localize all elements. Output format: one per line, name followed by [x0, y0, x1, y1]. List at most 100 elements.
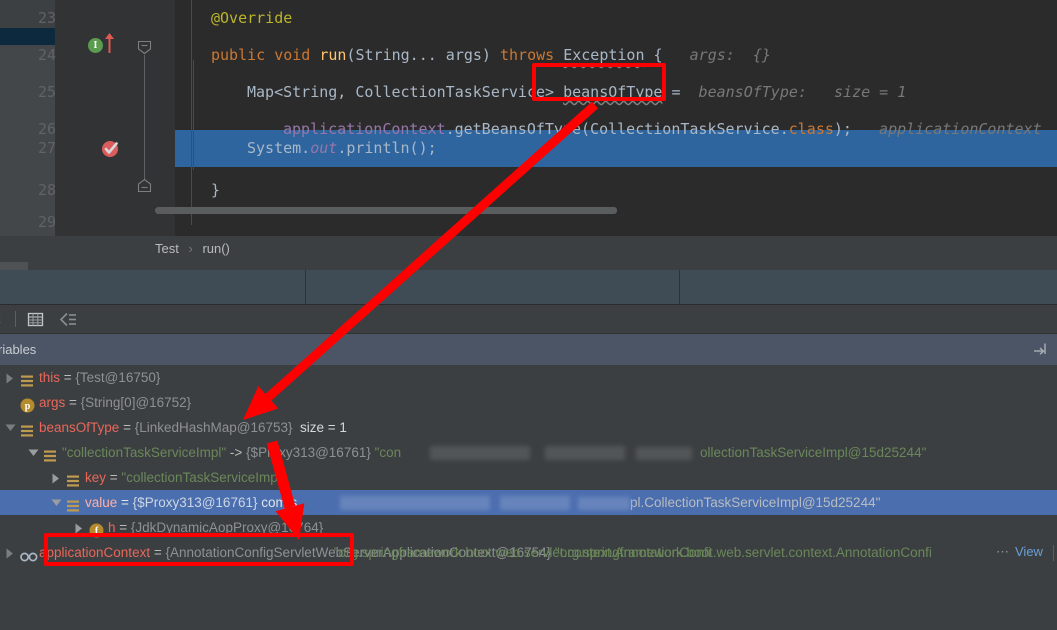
code-token: Exception — [563, 46, 645, 64]
variable-equals: = — [119, 420, 135, 435]
line-number: 23 — [37, 9, 56, 27]
redaction-block-4 — [340, 496, 490, 510]
variable-equals: = — [117, 495, 133, 510]
view-value-link[interactable]: View — [1015, 544, 1043, 559]
code-token: = — [662, 83, 681, 101]
variable-text: beansOfType = {LinkedHashMap@16753} size… — [39, 415, 347, 440]
field-list-icon — [20, 371, 34, 387]
debug-active-tab[interactable] — [0, 262, 28, 270]
chevron-right-icon[interactable] — [5, 540, 17, 565]
code-token: out — [310, 139, 338, 157]
sort-values-icon[interactable] — [59, 311, 76, 328]
redaction-block-6 — [578, 497, 630, 510]
debug-tab-strip[interactable] — [0, 262, 1057, 270]
code-line: 23 @Override — [0, 0, 1057, 37]
variable-row-key[interactable]: key = "collectionTaskServiceImpl" — [0, 465, 1057, 490]
parameter-icon: p — [20, 396, 35, 413]
debug-header-divider-1[interactable] — [305, 270, 306, 304]
ide-debug-screenshot: I 23 @Override 24 public void run(String...… — [0, 0, 1057, 630]
variable-row-beansOfType[interactable]: beansOfType = {LinkedHashMap@16753} size… — [0, 415, 1057, 440]
variable-name: beansOfType — [39, 420, 120, 435]
code-text: System.out.println(); — [175, 130, 437, 167]
chevron-right-icon[interactable] — [5, 365, 17, 390]
variable-text: key = "collectionTaskServiceImpl" — [85, 465, 286, 490]
debug-toolbar[interactable]: t — [0, 305, 1057, 334]
code-token: Map<String, CollectionTaskService> — [247, 83, 564, 101]
field-list-icon — [66, 471, 80, 487]
debug-frames-header — [0, 270, 1057, 305]
field-list-icon — [20, 421, 34, 437]
code-token: void — [274, 46, 320, 64]
code-text: @Override — [175, 0, 292, 37]
code-text: Map<String, CollectionTaskService> beans… — [175, 74, 906, 111]
variable-value: {LinkedHashMap@16753} — [134, 420, 293, 435]
line-number: 25 — [37, 83, 56, 101]
variable-string-value-appcontext: "org.springframework.boot.web.servlet.co… — [330, 545, 711, 560]
editor-hscroll-thumb[interactable] — [155, 207, 617, 214]
variable-name: this — [39, 370, 61, 385]
svg-text:p: p — [25, 401, 31, 412]
line-number: 29 — [37, 213, 56, 231]
chevron-down-icon[interactable] — [5, 415, 17, 440]
variable-equals: = — [115, 520, 131, 535]
variable-text: value = {$Proxy313@16761} com.s — [85, 490, 297, 515]
debug-header-divider-2[interactable] — [679, 270, 680, 304]
line-number: 27 — [37, 139, 56, 157]
redaction-block-2 — [545, 446, 625, 460]
variables-pane-header: riables — [0, 334, 1057, 366]
variable-string-value: "collectionTaskServiceImpl" — [121, 470, 286, 485]
chevron-right-icon[interactable] — [74, 515, 86, 540]
variable-text: "collectionTaskServiceImpl" -> {$Proxy31… — [62, 440, 401, 465]
variable-text: h = {JdkDynamicAopProxy@16764} — [108, 515, 323, 540]
code-editor[interactable]: I 23 @Override 24 public void run(String...… — [0, 0, 1057, 236]
code-token: } — [211, 181, 221, 199]
variable-arrow: -> — [226, 445, 247, 460]
variable-equals: = — [60, 370, 76, 385]
view-link-divider — [1053, 545, 1054, 561]
variable-string-prefix: com.s — [257, 495, 298, 510]
code-token: @Override — [211, 9, 293, 27]
variable-string-prefix: "con — [370, 445, 402, 460]
code-token: beansOfType: size = 1 — [680, 83, 907, 101]
breadcrumb-class[interactable]: Test — [155, 241, 179, 256]
code-token: .println(); — [337, 139, 437, 157]
code-token: throws — [500, 46, 564, 64]
redaction-block-5 — [500, 496, 570, 510]
table-view-icon[interactable] — [27, 311, 44, 328]
variable-row-h[interactable]: fh = {JdkDynamicAopProxy@16764} — [0, 515, 1057, 540]
variable-row-this[interactable]: this = {Test@16750} — [0, 365, 1057, 390]
hide-panel-icon[interactable] — [1033, 342, 1047, 356]
variable-value: {String[0]@16752} — [80, 395, 192, 410]
variable-name: args — [39, 395, 66, 410]
variable-row-args[interactable]: p args = {String[0]@16752} — [0, 390, 1057, 415]
breadcrumb-method[interactable]: run() — [202, 241, 229, 256]
variable-key-string: "collectionTaskServiceImpl" — [62, 445, 227, 460]
field-list-icon — [66, 496, 80, 512]
expand-value-ellipsis-button[interactable]: ⋯ — [996, 544, 1009, 560]
variable-name: key — [85, 470, 107, 485]
variable-value: {Test@16750} — [75, 370, 161, 385]
code-token: (String... args) — [346, 46, 500, 64]
code-token: System. — [247, 139, 311, 157]
chevron-down-icon[interactable] — [51, 490, 63, 515]
field-list-icon — [43, 446, 57, 462]
chevron-right-icon[interactable] — [51, 465, 63, 490]
variable-value: {$Proxy313@16761} — [246, 445, 371, 460]
variable-name: value — [85, 495, 118, 510]
code-token: beansOfType — [563, 83, 663, 101]
variable-size: size = 1 — [292, 420, 347, 435]
code-line: 25 Map<String, CollectionTaskService> bea… — [0, 74, 1057, 111]
variables-tree[interactable]: this = {Test@16750} p args = {String[0]@16… — [0, 365, 1057, 630]
code-token: { — [644, 46, 663, 64]
variable-text: this = {Test@16750} — [39, 365, 160, 390]
debug-toolbar-separator — [15, 311, 16, 327]
variable-name: applicationContext — [39, 545, 151, 560]
code-text: public void run(String... args) throws E… — [175, 37, 771, 74]
code-token: args: {} — [662, 46, 771, 64]
variable-text: args = {String[0]@16752} — [39, 390, 191, 415]
chevron-down-icon[interactable] — [28, 440, 40, 465]
variable-value: {$Proxy313@16761} — [132, 495, 258, 510]
variable-string-suffix-entry: ollectionTaskServiceImpl@15d25244" — [700, 445, 927, 460]
variable-string-suffix-value: pl.CollectionTaskServiceImpl@15d25244" — [630, 495, 881, 510]
line-number: 24 — [37, 46, 56, 64]
